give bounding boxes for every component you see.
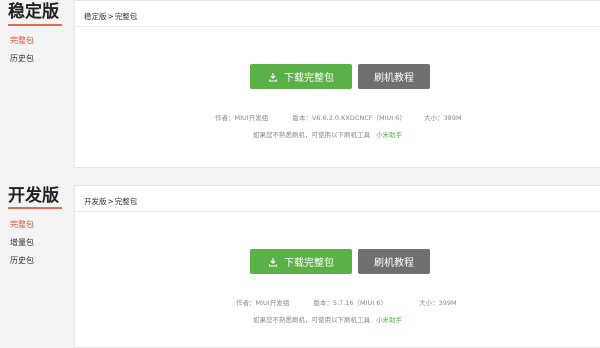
download-icon	[268, 257, 278, 267]
breadcrumb-root[interactable]: 稳定版	[84, 12, 107, 21]
dev-nav-incremental-package[interactable]: 增量包	[10, 237, 34, 248]
author-text: 作者：MIUI开发组	[215, 114, 269, 122]
dev-breadcrumb: 开发版>完整包	[84, 196, 137, 207]
download-label: 下载完整包	[284, 73, 334, 84]
hint-text: 如果您不熟悉刷机，可使用以下刷机工具	[253, 131, 370, 139]
dev-nav-history-package[interactable]: 历史包	[10, 255, 34, 266]
stable-nav-history-package[interactable]: 历史包	[10, 53, 34, 64]
dev-tool-hint: 如果您不熟悉刷机，可使用以下刷机工具 小米助手	[253, 314, 402, 324]
breadcrumb-current: 完整包	[114, 197, 138, 206]
dev-panel: 开发版>完整包 下载完整包 刷机教程 作者：MIUI开发组 版本：5.7.16（…	[74, 185, 600, 348]
stable-section: 稳定版 完整包 历史包 稳定版>完整包 下载完整包 刷机教程 作者：MIUI开发…	[0, 0, 600, 174]
xiaomi-assistant-link[interactable]: 小米助手	[376, 316, 402, 324]
breadcrumb-current: 完整包	[114, 12, 138, 21]
stable-title: 稳定版	[8, 2, 59, 22]
version-text: 版本：5.7.16（MIUI 6）	[313, 299, 387, 307]
dev-title-underline	[8, 207, 62, 209]
dev-package-info: 作者：MIUI开发组 版本：5.7.16（MIUI 6） 大小：399M	[236, 297, 457, 307]
stable-package-info: 作者：MIUI开发组 版本：V6.6.2.0.KXDCNCF（MIUI 6） 大…	[215, 112, 462, 122]
version-text: 版本：V6.6.2.0.KXDCNCF（MIUI 6）	[292, 114, 406, 122]
dev-section: 开发版 完整包 增量包 历史包 开发版>完整包 下载完整包 刷机教程 作者：MI…	[0, 180, 600, 348]
breadcrumb-divider	[75, 26, 600, 27]
download-label: 下载完整包	[284, 258, 334, 269]
guide-label: 刷机教程	[374, 73, 414, 84]
breadcrumb-divider	[75, 211, 600, 212]
size-text: 大小：399M	[419, 299, 457, 307]
dev-nav-full-package[interactable]: 完整包	[10, 219, 34, 230]
stable-panel: 稳定版>完整包 下载完整包 刷机教程 作者：MIUI开发组 版本：V6.6.2.…	[74, 0, 600, 168]
xiaomi-assistant-link[interactable]: 小米助手	[376, 131, 402, 139]
breadcrumb-root[interactable]: 开发版	[84, 197, 107, 206]
dev-flash-guide-button[interactable]: 刷机教程	[358, 249, 430, 274]
hint-text: 如果您不熟悉刷机，可使用以下刷机工具	[253, 316, 370, 324]
stable-tool-hint: 如果您不熟悉刷机，可使用以下刷机工具 小米助手	[253, 129, 402, 139]
dev-sidebar: 开发版 完整包 增量包 历史包	[0, 180, 70, 346]
breadcrumb-separator: >	[107, 197, 114, 206]
dev-download-button[interactable]: 下载完整包	[250, 249, 352, 274]
dev-title: 开发版	[8, 186, 59, 206]
stable-breadcrumb: 稳定版>完整包	[84, 11, 137, 22]
stable-title-underline	[8, 24, 62, 26]
download-icon	[268, 72, 278, 82]
author-text: 作者：MIUI开发组	[236, 299, 290, 307]
size-text: 大小：389M	[424, 114, 462, 122]
stable-nav-full-package[interactable]: 完整包	[10, 35, 34, 46]
stable-download-button[interactable]: 下载完整包	[250, 64, 352, 89]
stable-sidebar: 稳定版 完整包 历史包	[0, 0, 70, 174]
guide-label: 刷机教程	[374, 258, 414, 269]
stable-flash-guide-button[interactable]: 刷机教程	[358, 64, 430, 89]
breadcrumb-separator: >	[107, 12, 114, 21]
